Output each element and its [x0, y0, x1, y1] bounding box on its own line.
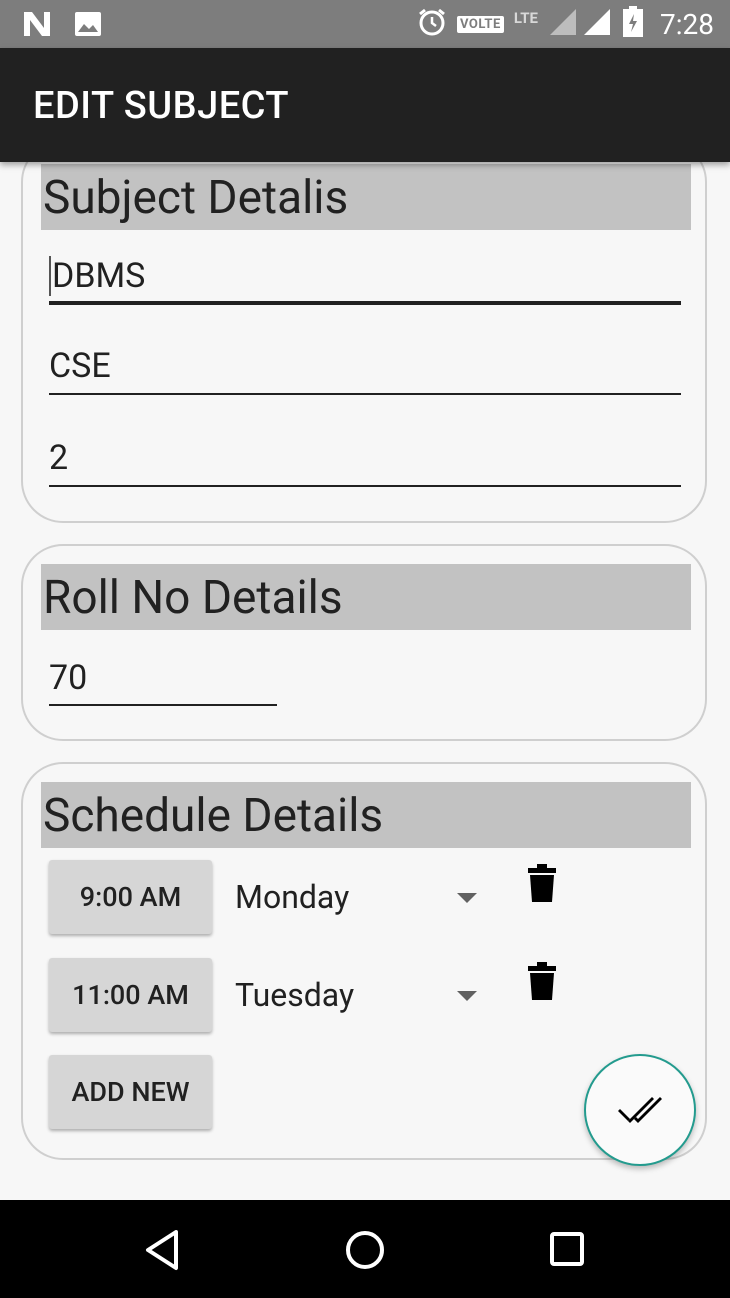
save-fab[interactable] — [584, 1054, 696, 1166]
image-icon — [74, 11, 102, 41]
subject-name-value: DBMS — [52, 256, 146, 297]
status-time: 7:28 — [660, 7, 714, 41]
roll-no-field[interactable]: 70 — [49, 658, 87, 698]
system-nav-bar — [0, 1200, 730, 1298]
back-icon[interactable] — [142, 1228, 186, 1272]
subject-name-underline — [49, 301, 681, 305]
lte-label: LTE — [513, 9, 538, 27]
page-title: EDIT SUBJECT — [33, 84, 290, 128]
app-bar: EDIT SUBJECT — [0, 48, 730, 162]
delete-icon[interactable] — [527, 962, 557, 1002]
branch-field[interactable]: CSE — [49, 346, 111, 386]
signal-icon — [548, 7, 612, 41]
branch-underline — [49, 393, 681, 395]
done-all-icon — [618, 1097, 662, 1123]
day-value-1: Monday — [235, 878, 350, 916]
day-value-2: Tuesday — [235, 976, 355, 1014]
branch-value: CSE — [49, 346, 111, 386]
roll-no-value: 70 — [49, 658, 88, 698]
recents-icon[interactable] — [547, 1228, 591, 1272]
add-new-button[interactable]: ADD NEW — [49, 1055, 212, 1129]
alarm-icon — [417, 7, 447, 41]
subject-details-header: Subject Detalis — [41, 164, 691, 230]
schedule-details-header: Schedule Details — [41, 782, 691, 848]
subject-details-card: Subject Detalis DBMS CSE 2 — [21, 140, 707, 523]
n-icon — [22, 10, 52, 42]
battery-icon — [622, 6, 644, 42]
semester-field[interactable]: 2 — [49, 438, 68, 478]
semester-underline — [49, 485, 681, 487]
roll-no-details-card: Roll No Details 70 — [21, 544, 707, 741]
chevron-down-icon — [457, 893, 477, 903]
status-bar: VOLTE LTE 7:28 — [0, 0, 730, 48]
day-dropdown-2[interactable]: Tuesday — [235, 958, 480, 1032]
chevron-down-icon — [457, 991, 477, 1001]
semester-value: 2 — [49, 438, 69, 478]
delete-icon[interactable] — [527, 864, 557, 904]
home-icon[interactable] — [343, 1228, 387, 1272]
volte-badge: VOLTE — [456, 15, 504, 33]
day-dropdown-1[interactable]: Monday — [235, 860, 480, 934]
roll-no-underline — [49, 704, 277, 706]
time-button-1[interactable]: 9:00 AM — [49, 860, 212, 934]
subject-name-field[interactable]: DBMS — [49, 254, 146, 297]
time-button-2[interactable]: 11:00 AM — [49, 958, 212, 1032]
roll-no-details-header: Roll No Details — [41, 564, 691, 630]
